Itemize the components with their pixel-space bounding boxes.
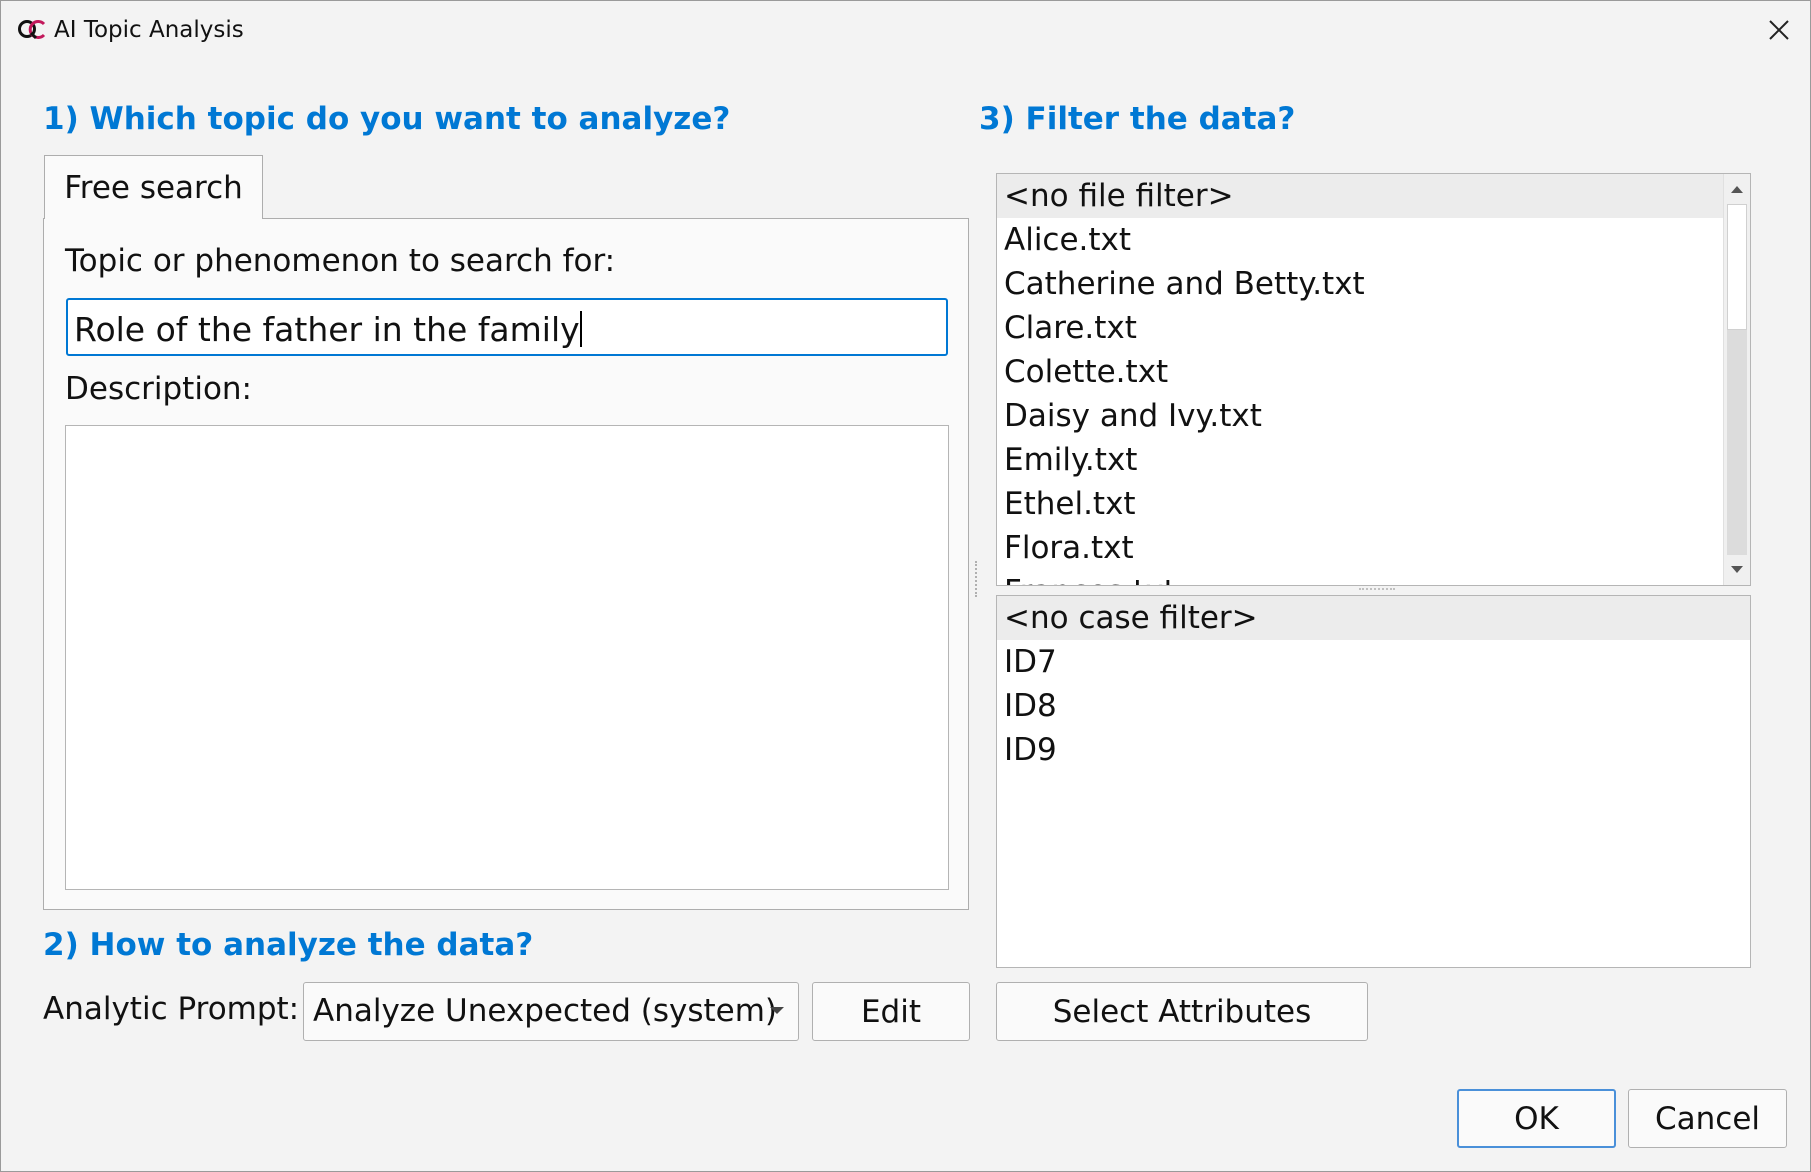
file_filter-item[interactable]: Emily.txt	[997, 438, 1750, 482]
file-filter-list[interactable]: <no file filter> Alice.txt Catherine and B…	[996, 173, 1751, 586]
analytic-prompt-label: Analytic Prompt:	[43, 991, 300, 1027]
scroll-track-fill	[1727, 330, 1747, 555]
title-bar: AI Topic Analysis	[1, 1, 1810, 59]
case_filter-item[interactable]: ID7	[997, 640, 1750, 684]
scroll-thumb[interactable]	[1727, 204, 1747, 330]
file_filter-item[interactable]: Alice.txt	[997, 218, 1750, 262]
horizontal-splitter[interactable]	[1359, 588, 1395, 592]
text-caret	[579, 311, 582, 347]
select-attributes-button[interactable]: Select Attributes	[996, 982, 1368, 1041]
close-button[interactable]	[1748, 1, 1810, 59]
description-label: Description:	[65, 371, 252, 407]
vertical-splitter[interactable]	[975, 561, 979, 597]
case_filter-item[interactable]: ID9	[997, 728, 1750, 772]
analytic-prompt-select[interactable]: Analyze Unexpected (system)	[303, 982, 799, 1041]
section2-heading: 2) How to analyze the data?	[43, 927, 534, 963]
topic-input[interactable]: Role of the father in the family	[66, 298, 948, 356]
case-filter-items: <no case filter> ID7 ID8 ID9	[997, 596, 1750, 772]
scroll-track[interactable]	[1727, 204, 1747, 555]
topic-input-value: Role of the father in the family	[74, 310, 580, 349]
ok-button[interactable]: OK	[1457, 1089, 1616, 1148]
edit-button[interactable]: Edit	[812, 982, 970, 1041]
case_filter-item[interactable]: <no case filter>	[997, 596, 1750, 640]
description-textarea[interactable]	[65, 425, 949, 890]
file-list-scrollbar[interactable]	[1723, 174, 1750, 585]
close-icon	[1769, 20, 1789, 40]
window-title: AI Topic Analysis	[54, 17, 244, 43]
analytic-prompt-value: Analyze Unexpected (system)	[313, 993, 778, 1029]
chevron-down-icon	[770, 1007, 784, 1014]
app-logo-icon	[18, 20, 46, 40]
dialog-window: AI Topic Analysis 1) Which topic do you …	[0, 0, 1811, 1172]
topic-label: Topic or phenomenon to search for:	[65, 243, 616, 279]
file-filter-items: <no file filter> Alice.txt Catherine and B…	[997, 174, 1750, 585]
scroll-down-icon[interactable]	[1724, 557, 1750, 583]
file_filter-item[interactable]: Clare.txt	[997, 306, 1750, 350]
file_filter-item[interactable]: Colette.txt	[997, 350, 1750, 394]
scroll-up-icon[interactable]	[1724, 176, 1750, 202]
file_filter-item[interactable]: Ethel.txt	[997, 482, 1750, 526]
file_filter-item[interactable]: <no file filter>	[997, 174, 1750, 218]
file_filter-item[interactable]: Frances.txt	[997, 570, 1750, 585]
file_filter-item[interactable]: Daisy and Ivy.txt	[997, 394, 1750, 438]
cancel-button[interactable]: Cancel	[1628, 1089, 1787, 1148]
case-filter-list[interactable]: <no case filter> ID7 ID8 ID9	[996, 595, 1751, 968]
case_filter-item[interactable]: ID8	[997, 684, 1750, 728]
file_filter-item[interactable]: Catherine and Betty.txt	[997, 262, 1750, 306]
section3-heading: 3) Filter the data?	[979, 101, 1296, 137]
section1-heading: 1) Which topic do you want to analyze?	[43, 101, 731, 137]
file_filter-item[interactable]: Flora.txt	[997, 526, 1750, 570]
tab-free-search[interactable]: Free search	[44, 155, 263, 219]
